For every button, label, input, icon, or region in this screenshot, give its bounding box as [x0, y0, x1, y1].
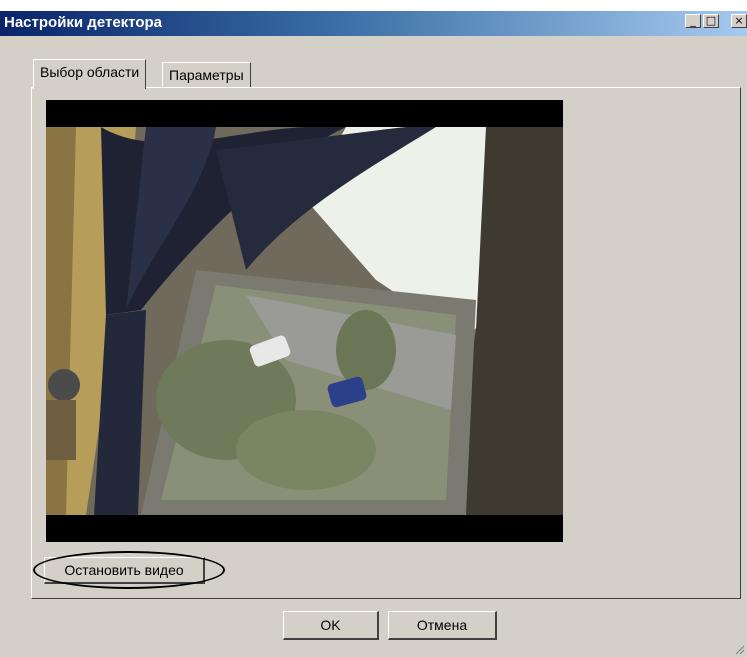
- resize-grip-icon[interactable]: [733, 643, 745, 655]
- window-title: Настройки детектора: [4, 14, 162, 31]
- window-titlebar: Настройки детектора _ □ ×: [0, 0, 747, 36]
- ok-button[interactable]: OK: [283, 611, 379, 640]
- maximize-icon[interactable]: □: [703, 14, 719, 28]
- minimize-icon[interactable]: _: [685, 14, 701, 28]
- tab-parameters[interactable]: Параметры: [162, 62, 251, 88]
- tab-area-selection[interactable]: Выбор области: [33, 59, 147, 89]
- cancel-button[interactable]: Отмена: [388, 611, 497, 640]
- video-preview[interactable]: [46, 100, 563, 542]
- close-icon[interactable]: ×: [731, 14, 747, 28]
- stop-video-button[interactable]: Остановить видео: [44, 557, 205, 584]
